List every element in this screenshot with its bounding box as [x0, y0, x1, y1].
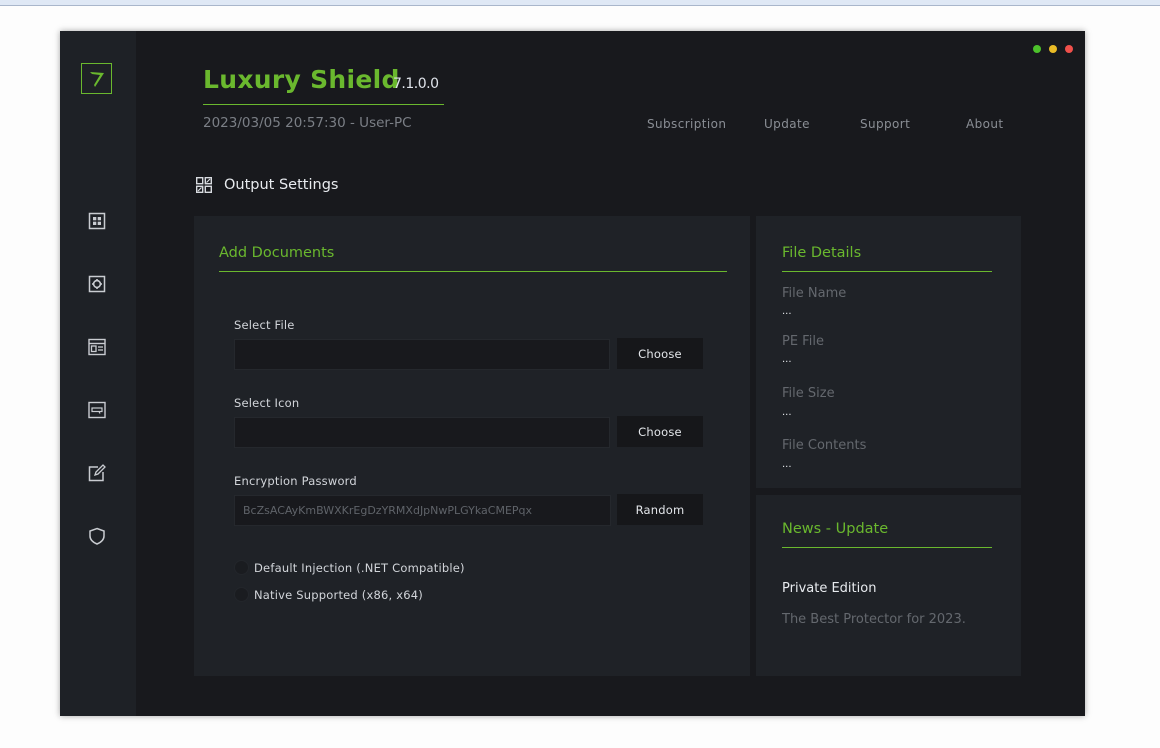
grid-icon [88, 212, 106, 230]
gear-icon [88, 275, 106, 293]
sidebar-item-dashboard[interactable] [88, 212, 106, 230]
minimize-button[interactable] [1049, 45, 1057, 53]
file-name-label: File Name [782, 286, 847, 301]
select-icon-input[interactable] [234, 417, 610, 448]
select-icon-label: Select Icon [234, 396, 300, 410]
keyboard-icon [88, 401, 106, 419]
window-controls [1033, 45, 1073, 53]
title-underline [203, 104, 444, 105]
file-size-label: File Size [782, 386, 835, 401]
app-version: 7.1.0.0 [393, 76, 439, 92]
select-file-label: Select File [234, 318, 295, 332]
select-file-input[interactable] [234, 339, 610, 370]
file-name-value: ... [782, 306, 792, 317]
menu-subscription[interactable]: Subscription [647, 117, 726, 131]
random-password-button[interactable]: Random [617, 494, 703, 525]
datetime-user: 2023/03/05 20:57:30 - User-PC [203, 115, 412, 131]
news-title: News - Update [782, 521, 889, 537]
menu-about[interactable]: About [966, 117, 1003, 131]
app-logo [81, 63, 112, 94]
app-title: Luxury Shield [203, 65, 400, 94]
host-window-top-bar [0, 0, 1160, 6]
sidebar-item-protection[interactable] [88, 527, 106, 545]
app-window: Luxury Shield 7.1.0.0 2023/03/05 20:57:3… [60, 31, 1085, 716]
menu-support[interactable]: Support [860, 117, 910, 131]
qr-grid-icon [196, 177, 212, 193]
maximize-button[interactable] [1033, 45, 1041, 53]
shield-icon [89, 527, 105, 545]
news-headline: Private Edition [782, 581, 877, 596]
sidebar-item-layout[interactable] [88, 338, 106, 356]
arrow-logo-icon [89, 71, 104, 87]
news-text: The Best Protector for 2023. [782, 612, 966, 627]
radio-native-supported[interactable] [234, 587, 249, 602]
encryption-password-label: Encryption Password [234, 474, 357, 488]
pe-file-value: ... [782, 354, 792, 365]
menu-update[interactable]: Update [764, 117, 810, 131]
encryption-password-input[interactable] [234, 495, 611, 526]
file-size-value: ... [782, 407, 792, 418]
sidebar-item-keyboard[interactable] [88, 401, 106, 419]
file-details-underline [782, 271, 992, 272]
section-title: Output Settings [224, 177, 339, 193]
close-button[interactable] [1065, 45, 1073, 53]
add-documents-underline [219, 271, 727, 272]
file-details-title: File Details [782, 245, 862, 261]
news-underline [782, 547, 992, 548]
radio-default-injection[interactable] [234, 560, 249, 575]
add-documents-title: Add Documents [219, 245, 335, 261]
pe-file-label: PE File [782, 334, 824, 349]
option-label: Native Supported (x86, x64) [254, 587, 423, 602]
file-contents-value: ... [782, 459, 792, 470]
option-default-injection[interactable]: Default Injection (.NET Compatible) [234, 560, 465, 575]
sidebar-item-edit[interactable] [88, 464, 106, 482]
option-label: Default Injection (.NET Compatible) [254, 560, 465, 575]
file-contents-label: File Contents [782, 438, 867, 453]
choose-file-button[interactable]: Choose [617, 338, 703, 369]
sidebar-item-settings[interactable] [88, 275, 106, 293]
section-header: Output Settings [196, 177, 338, 193]
layout-icon [88, 338, 106, 356]
option-native-supported[interactable]: Native Supported (x86, x64) [234, 587, 423, 602]
edit-icon [88, 464, 106, 482]
choose-icon-button[interactable]: Choose [617, 416, 703, 447]
sidebar [60, 31, 136, 716]
